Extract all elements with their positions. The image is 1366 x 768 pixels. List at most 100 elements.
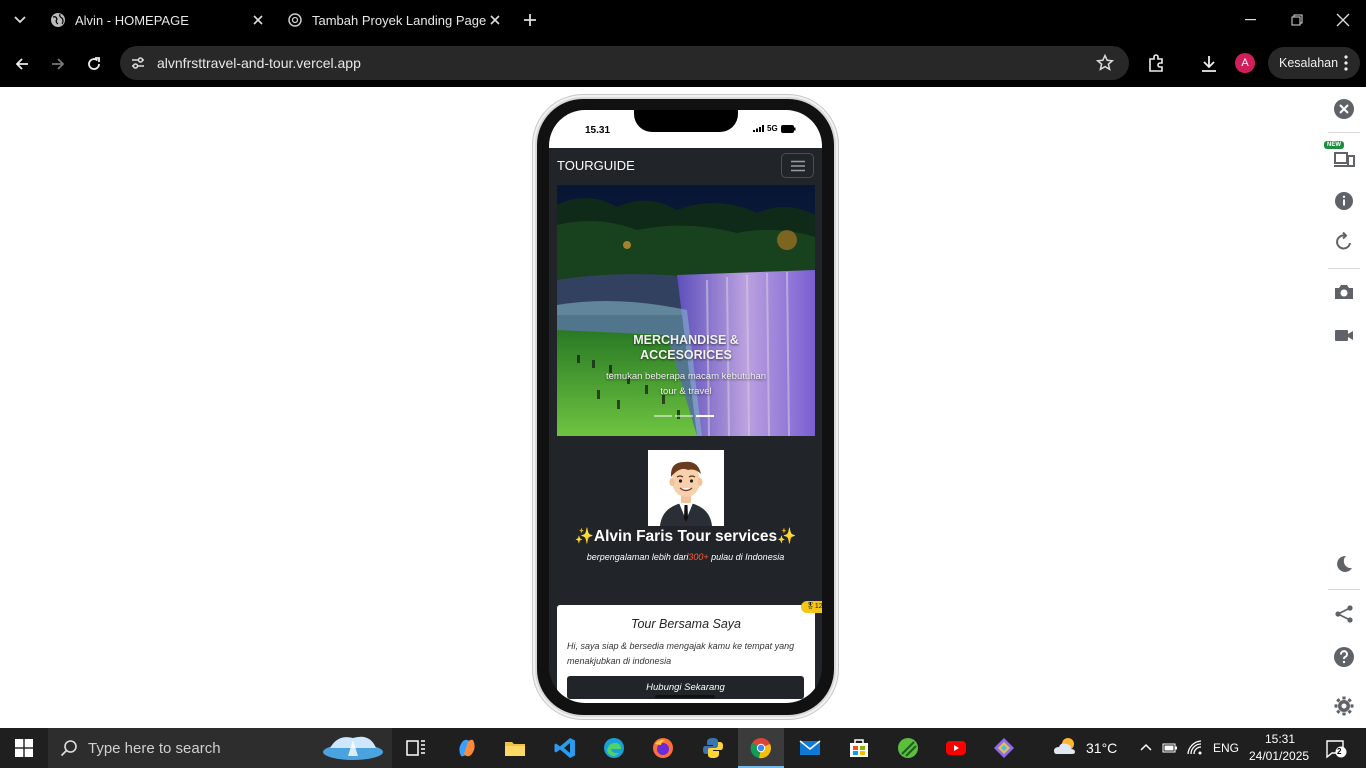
rotate-icon[interactable]	[1333, 231, 1355, 253]
new-tab-icon[interactable]	[520, 10, 540, 30]
notification-count: 2	[1337, 747, 1342, 756]
download-icon[interactable]	[1198, 53, 1220, 75]
clock-time[interactable]: 15:31	[1265, 732, 1295, 746]
status-bar: 15.31 5G	[549, 110, 822, 148]
profile-avatar[interactable]: A	[1235, 53, 1255, 73]
back-button[interactable]	[8, 50, 36, 78]
settings-icon[interactable]	[1333, 695, 1355, 717]
moon-icon[interactable]	[1333, 553, 1355, 575]
minimize-button[interactable]	[1236, 8, 1266, 32]
arrow-left-icon	[15, 58, 28, 70]
gem-app-icon[interactable]	[992, 736, 1016, 760]
status-time: 15.31	[585, 125, 611, 136]
rail-divider	[1328, 268, 1360, 269]
video-icon[interactable]	[1333, 324, 1355, 346]
carousel-indicator[interactable]	[675, 415, 693, 417]
phone-screen: 15.31 5G TOURGUIDE MERCHANDISE & ACCESOR…	[549, 110, 822, 703]
profile-avatar-image	[648, 450, 724, 526]
bookmark-star-icon[interactable]	[1095, 53, 1115, 73]
chevron-up-icon[interactable]	[1140, 743, 1152, 751]
edge-icon[interactable]	[602, 736, 626, 760]
file-explorer-icon[interactable]	[503, 736, 527, 760]
minimize-icon	[1245, 19, 1256, 21]
url-text[interactable]: alvnfrsttravel-and-tour.vercel.app	[157, 55, 361, 71]
camera-icon[interactable]	[1333, 281, 1355, 303]
signal-indicator: 5G	[753, 124, 796, 133]
address-bar[interactable]: alvnfrsttravel-and-tour.vercel.app	[120, 46, 1129, 80]
battery-tray-icon[interactable]	[1162, 740, 1178, 756]
site-navbar: TOURGUIDE	[549, 148, 822, 184]
signal-icon	[753, 125, 764, 132]
restore-button[interactable]	[1282, 8, 1312, 32]
profile-desc-suffix: pulau di Indonesia	[708, 552, 785, 562]
card-text: Hi, saya siap & bersedia mengajak kamu k…	[567, 641, 795, 666]
tab-search-button[interactable]	[6, 8, 34, 32]
chrome-icon[interactable]	[749, 736, 773, 760]
carousel-indicator[interactable]	[654, 415, 672, 417]
close-window-button[interactable]	[1328, 8, 1358, 32]
carousel-subtitle: temukan beberapa macam kebutuhan tour & …	[605, 371, 767, 397]
share-icon[interactable]	[1333, 603, 1355, 625]
restore-icon	[1291, 14, 1303, 26]
weather-cloud-icon[interactable]	[1052, 735, 1080, 759]
tab-alvin-homepage[interactable]: Alvin - HOMEPAGE	[40, 4, 274, 36]
help-icon[interactable]	[1333, 646, 1355, 668]
profile-name: ✨Alvin Faris Tour services✨	[574, 528, 797, 545]
weather-temp[interactable]: 31°C	[1086, 740, 1117, 756]
windows-taskbar: Type here to search 31°C ENG 15:31 24/01…	[0, 728, 1366, 768]
notification-icon[interactable]	[1325, 739, 1347, 759]
python-icon[interactable]	[701, 736, 725, 760]
error-button-label: Kesalahan	[1279, 56, 1339, 70]
tab-tambah-proyek[interactable]: Tambah Proyek Landing Page	[277, 4, 511, 36]
site-brand[interactable]: TOURGUIDE	[557, 158, 635, 173]
language-indicator[interactable]: ENG	[1213, 741, 1239, 755]
battery-icon	[780, 124, 796, 133]
carousel-indicator-active[interactable]	[696, 415, 714, 417]
hero-carousel[interactable]: MERCHANDISE & ACCESORICES temukan bebera…	[557, 185, 815, 436]
vscode-icon[interactable]	[553, 736, 577, 760]
taskbar-search[interactable]: Type here to search	[48, 728, 392, 768]
copilot-icon[interactable]	[455, 736, 479, 760]
firefox-icon[interactable]	[651, 736, 675, 760]
rail-divider	[1328, 132, 1360, 133]
navbar-toggler[interactable]	[781, 153, 814, 178]
close-tab-icon[interactable]	[250, 12, 266, 28]
search-highlight-image	[323, 736, 383, 760]
info-icon[interactable]	[1333, 190, 1355, 212]
site-info-icon[interactable]	[128, 53, 148, 73]
youtube-icon[interactable]	[944, 736, 968, 760]
forward-button[interactable]	[44, 50, 72, 78]
mail-icon[interactable]	[798, 736, 822, 760]
home-indicator	[655, 695, 715, 698]
wifi-icon[interactable]	[1187, 740, 1203, 756]
close-tab-icon[interactable]	[487, 12, 503, 28]
error-button[interactable]: Kesalahan	[1268, 47, 1360, 79]
extensions-icon[interactable]	[1145, 53, 1167, 75]
profile-desc-prefix: berpengalaman lebih dari	[586, 552, 689, 562]
phone-notch	[634, 110, 738, 132]
carousel-title: MERCHANDISE & ACCESORICES	[633, 333, 739, 362]
start-button[interactable]	[0, 728, 48, 768]
arrow-right-icon	[52, 58, 65, 70]
maps-app-icon[interactable]	[896, 736, 920, 760]
tab-title: Tambah Proyek Landing Page	[312, 12, 487, 28]
more-vert-icon[interactable]	[1344, 55, 1348, 71]
close-icon	[1336, 13, 1350, 27]
browser-toolbar: alvnfrsttravel-and-tour.vercel.app	[0, 40, 1366, 87]
hamburger-icon	[790, 160, 805, 171]
profile-desc-highlight: 300+	[688, 552, 709, 562]
award-badge: 🎖12	[801, 601, 822, 613]
tour-card: Tour Bersama Saya Hi, saya siap & bersed…	[557, 605, 815, 703]
card-title: Tour Bersama Saya	[630, 617, 741, 631]
clock-date[interactable]: 24/01/2025	[1249, 749, 1309, 763]
chevron-down-icon	[14, 16, 26, 24]
microsoft-store-icon[interactable]	[847, 736, 871, 760]
network-label: 5G	[767, 124, 778, 133]
reload-button[interactable]	[80, 50, 108, 78]
devices-icon[interactable]	[1333, 147, 1355, 169]
cartoon-man-avatar	[648, 450, 724, 526]
rail-divider	[1328, 589, 1360, 590]
close-icon[interactable]	[1333, 98, 1355, 120]
task-view-icon[interactable]	[404, 736, 428, 760]
windows-logo-icon	[15, 739, 33, 757]
